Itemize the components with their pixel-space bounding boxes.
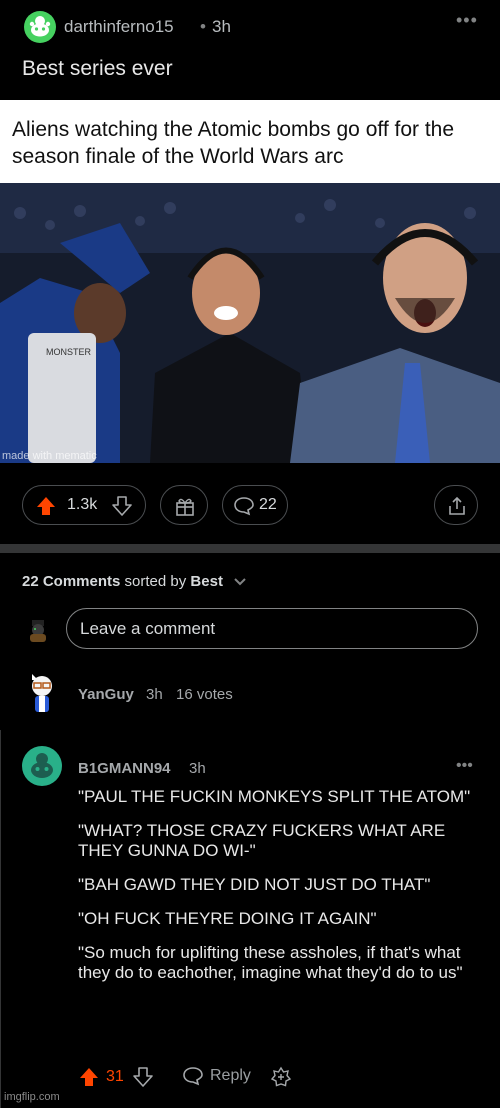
comment-timestamp: 3h [189, 760, 206, 777]
comment-score: 31 [106, 1068, 124, 1085]
reddit-snoo-icon [29, 16, 51, 37]
post-author-username[interactable]: darthinferno15 [64, 17, 174, 37]
section-divider [0, 544, 500, 553]
vote-control: 1.3k [22, 485, 146, 525]
comments-button[interactable]: 22 [222, 485, 288, 525]
comment-avatar[interactable] [22, 746, 62, 786]
post-action-bar: 1.3k 22 [0, 476, 500, 540]
comment-votes: 16 votes [176, 686, 233, 703]
comment-bubble-icon [234, 497, 254, 516]
post-image[interactable]: Aliens watching the Atomic bombs go off … [0, 100, 500, 463]
post-header: darthinferno15 • 3h ••• Best series ever [0, 0, 500, 100]
chevron-down-icon[interactable] [233, 577, 247, 587]
current-user-avatar[interactable] [26, 618, 50, 642]
comment-paragraph: "So much for uplifting these assholes, i… [78, 943, 463, 982]
can-label: MONSTER [46, 347, 92, 357]
gift-icon [176, 498, 194, 516]
downvote-icon[interactable] [111, 495, 133, 517]
downvote-icon[interactable] [132, 1066, 154, 1088]
comment-paragraph: "WHAT? THOSE CRAZY FUCKERS WHAT ARE THEY… [78, 821, 446, 860]
comment-more-options[interactable]: ••• [456, 757, 473, 775]
comment-action-bar: 31 Reply [78, 1064, 378, 1090]
reply-button[interactable]: Reply [210, 1067, 251, 1085]
reply-icon[interactable] [182, 1066, 204, 1086]
comment-paragraph: "BAH GAWD THEY DID NOT JUST DO THAT" [78, 875, 431, 894]
comment-username[interactable]: YanGuy [78, 686, 134, 703]
post-more-options[interactable]: ••• [456, 10, 478, 31]
post-author-avatar[interactable] [24, 11, 56, 43]
sort-label: sorted by [124, 573, 187, 590]
comment-input-placeholder: Leave a comment [80, 619, 216, 638]
thread-line[interactable] [0, 730, 1, 1108]
upvote-icon[interactable] [78, 1066, 100, 1088]
award-icon[interactable] [270, 1066, 292, 1088]
comment-paragraph: "PAUL THE FUCKIN MONKEYS SPLIT THE ATOM" [78, 787, 471, 806]
separator-dot: • [200, 17, 206, 36]
comment-paragraph: "OH FUCK THEYRE DOING IT AGAIN" [78, 909, 377, 928]
meme-watermark: made with mematic [2, 450, 97, 462]
meme-photo: MONSTER [0, 183, 500, 463]
share-icon [449, 496, 465, 515]
sort-value[interactable]: Best [190, 573, 223, 590]
post-score: 1.3k [67, 496, 98, 513]
comments-sort-row[interactable]: 22 Comments sorted by Best [22, 573, 247, 590]
reddit-snoo-icon [31, 753, 53, 778]
leave-comment-input[interactable]: Leave a comment [66, 608, 478, 649]
upvote-icon[interactable] [35, 495, 57, 517]
award-button[interactable] [160, 485, 208, 525]
imgflip-watermark: imgflip.com [4, 1091, 60, 1103]
share-button[interactable] [434, 485, 478, 525]
comment-body: "PAUL THE FUCKIN MONKEYS SPLIT THE ATOM"… [78, 787, 490, 997]
post-title: Best series ever [22, 57, 173, 80]
comments-count-label: 22 Comments [22, 573, 121, 590]
post-timestamp: 3h [212, 17, 231, 36]
comment-avatar[interactable] [22, 670, 62, 716]
meme-caption: Aliens watching the Atomic bombs go off … [12, 118, 455, 168]
comment-username[interactable]: B1GMANN94 [78, 760, 171, 777]
comment-count: 22 [259, 496, 277, 513]
comment-timestamp: 3h [146, 686, 163, 703]
